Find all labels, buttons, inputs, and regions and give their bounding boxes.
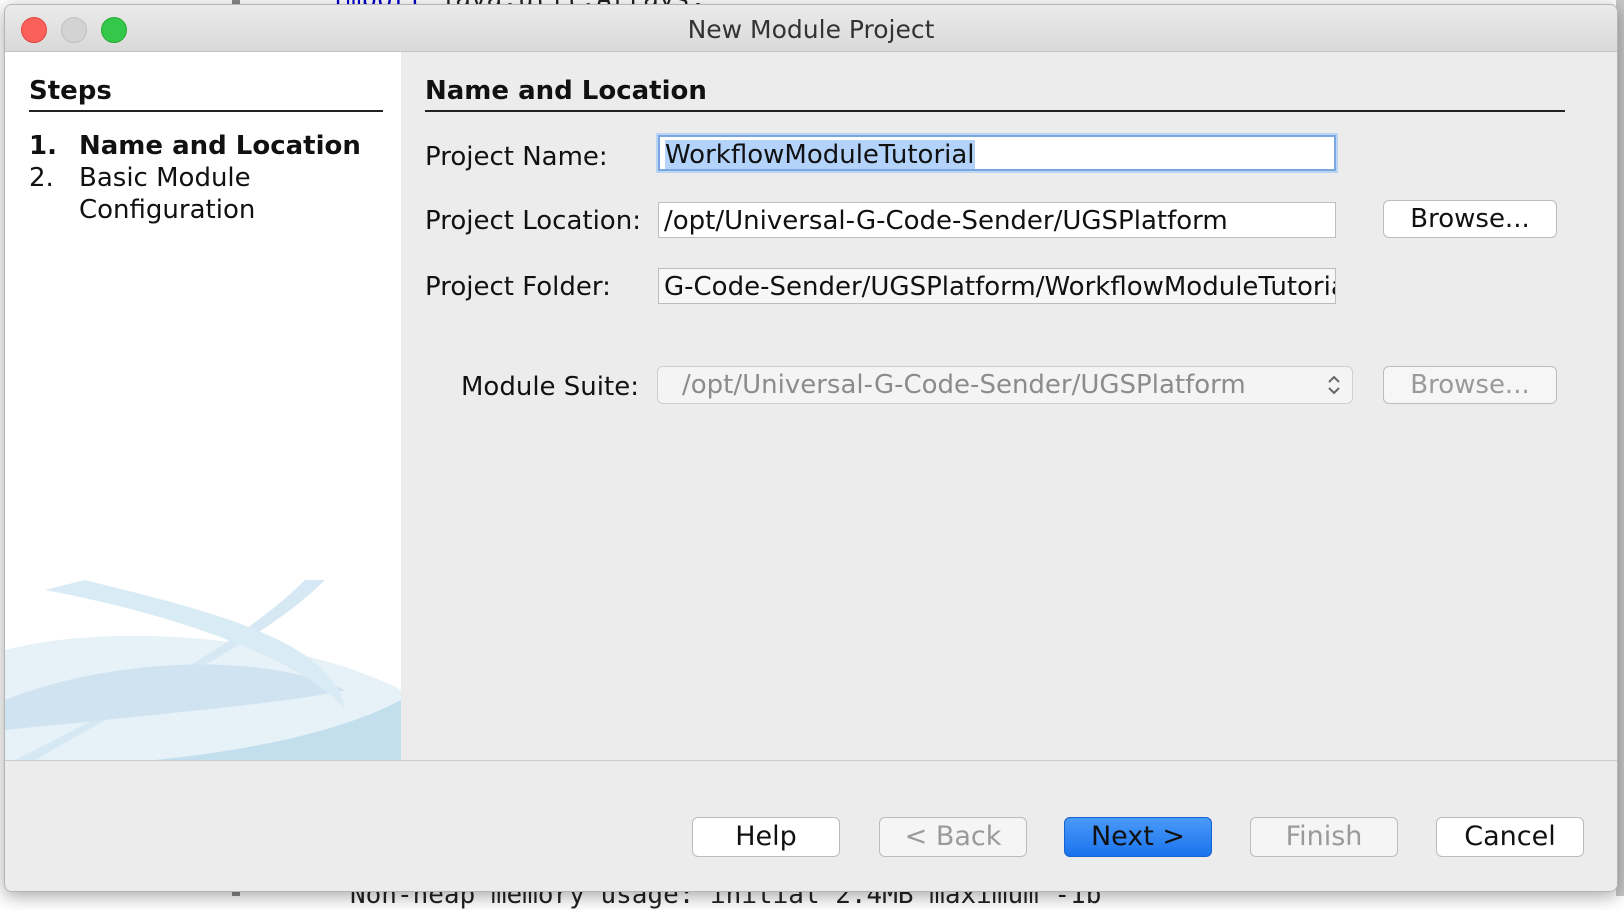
steps-title: Steps: [29, 76, 383, 112]
browse-module-suite-button[interactable]: Browse...: [1383, 366, 1557, 404]
step-number: 2.: [29, 163, 54, 193]
browse-location-button[interactable]: Browse...: [1383, 200, 1557, 238]
main-content-panel: Name and Location Project Name: Workflow…: [401, 52, 1617, 760]
step-basic-module-configuration: 2. Basic Module Configuration: [29, 162, 339, 226]
decorative-swoosh-graphic: [5, 580, 401, 760]
project-location-input[interactable]: /opt/Universal-G-Code-Sender/UGSPlatform: [658, 202, 1336, 238]
project-name-input[interactable]: WorkflowModuleTutorial: [658, 135, 1336, 171]
module-suite-dropdown[interactable]: /opt/Universal-G-Code-Sender/UGSPlatform: [657, 366, 1353, 404]
module-suite-label: Module Suite:: [461, 372, 639, 402]
selected-text: WorkflowModuleTutorial: [665, 140, 975, 170]
cancel-button[interactable]: Cancel: [1436, 817, 1584, 857]
module-suite-value: /opt/Universal-G-Code-Sender/UGSPlatform: [682, 370, 1246, 400]
window-title: New Module Project: [687, 15, 935, 44]
project-folder-field: G-Code-Sender/UGSPlatform/WorkflowModule…: [658, 268, 1336, 304]
step-number: 1.: [29, 131, 57, 161]
steps-panel: Steps 1. Name and Location 2. Basic Module…: [5, 52, 401, 760]
new-module-project-dialog: New Module Project Steps 1. Name and Loca…: [4, 4, 1618, 892]
title-bar[interactable]: New Module Project: [5, 5, 1617, 52]
updown-chevron-icon: [1328, 375, 1340, 395]
step-label: Name and Location: [79, 131, 361, 161]
next-button[interactable]: Next >: [1064, 817, 1212, 857]
section-title: Name and Location: [425, 76, 1565, 112]
back-button[interactable]: < Back: [879, 817, 1027, 857]
help-button[interactable]: Help: [692, 817, 840, 857]
project-name-label: Project Name:: [425, 142, 608, 172]
button-bar: Help < Back Next > Finish Cancel: [5, 760, 1617, 891]
step-label: Basic Module Configuration: [79, 163, 256, 225]
project-location-label: Project Location:: [425, 206, 641, 236]
project-folder-label: Project Folder:: [425, 272, 611, 302]
finish-button[interactable]: Finish: [1250, 817, 1398, 857]
step-name-and-location: 1. Name and Location: [29, 130, 361, 162]
